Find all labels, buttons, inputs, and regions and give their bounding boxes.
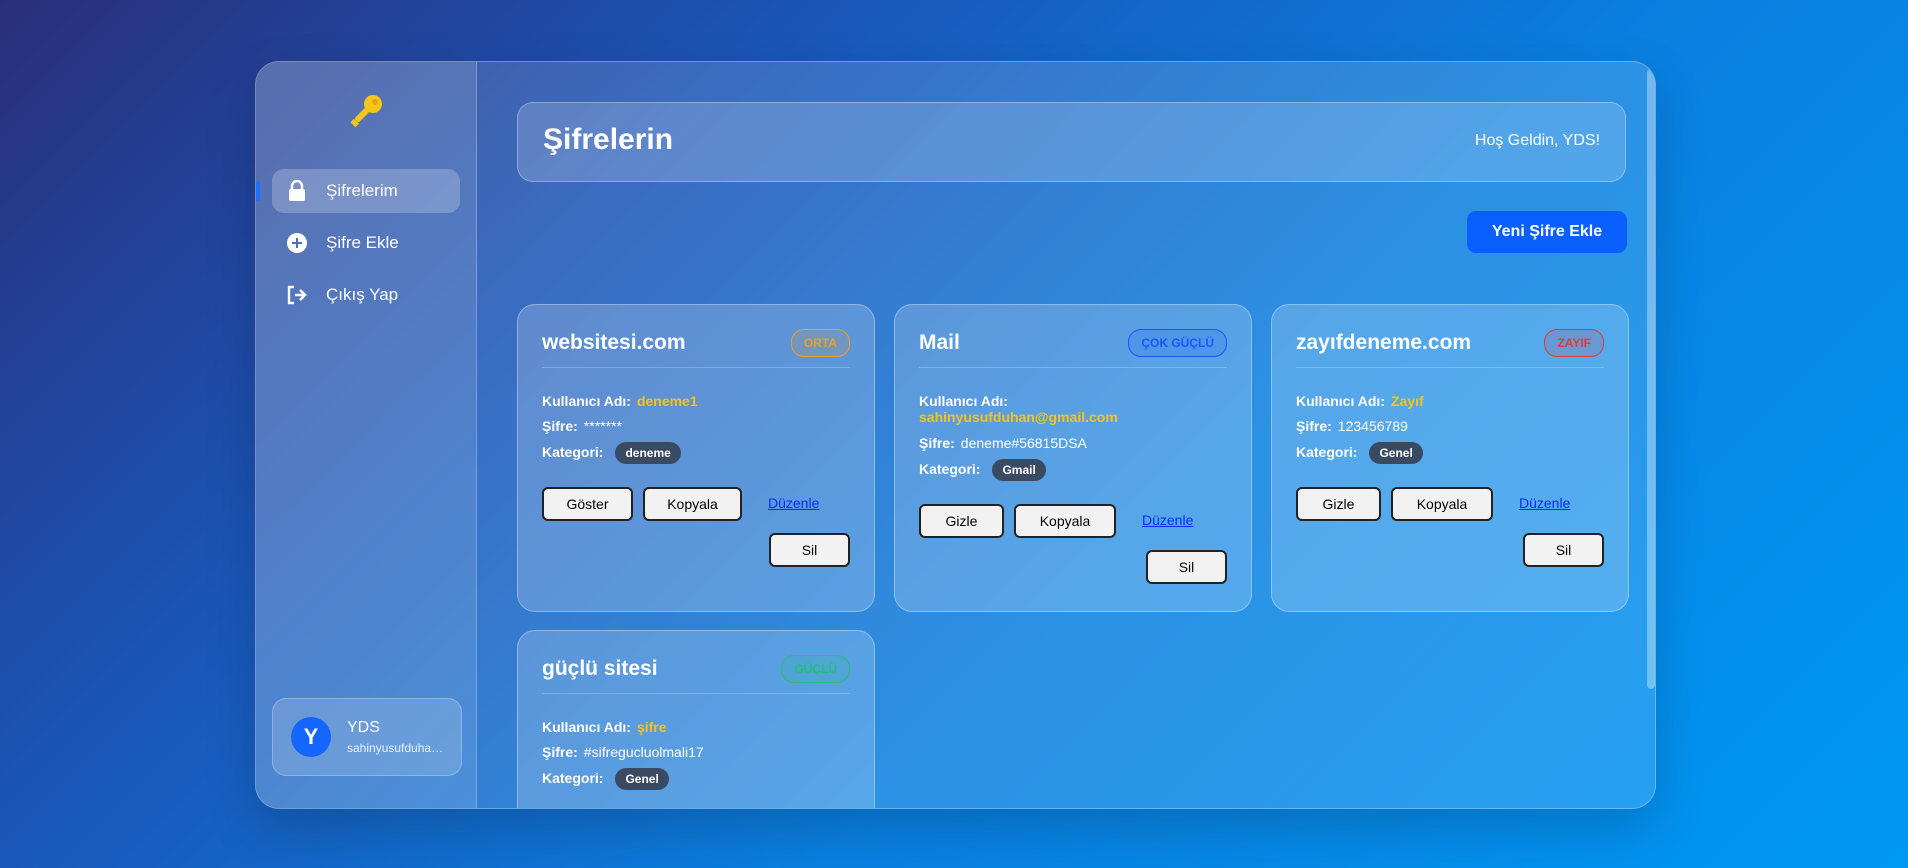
page-title: Şifrelerin: [543, 123, 674, 156]
category-label: Kategori:: [542, 444, 604, 460]
password-value: 123456789: [1337, 418, 1408, 434]
password-row: Şifre: *******: [542, 418, 622, 434]
app-window: Şifrelerim Şifre Ekle Çıkış Yap Y YDS sa…: [255, 61, 1656, 809]
main-content: Şifrelerin Hoş Geldin, YDS! Yeni Şifre E…: [476, 62, 1655, 808]
key-icon: [346, 90, 388, 132]
strength-badge: GÜÇLÜ: [781, 655, 850, 683]
category-row: Kategori: Genel: [1296, 442, 1423, 464]
scrollbar[interactable]: [1647, 69, 1655, 689]
username-label: Kullanıcı Adı:: [542, 393, 631, 409]
username-label: Kullanıcı Adı:: [919, 393, 1008, 409]
category-badge: Genel: [615, 768, 669, 790]
username-label: Kullanıcı Adı:: [542, 719, 631, 735]
logout-icon: [286, 284, 308, 306]
user-name: YDS: [347, 719, 380, 736]
user-profile-card[interactable]: Y YDS sahinyusufduhan@gmail.com: [272, 698, 462, 776]
copy-button[interactable]: Kopyala: [643, 487, 742, 521]
divider: [919, 367, 1227, 368]
category-row: Kategori: Genel: [542, 768, 669, 790]
plus-circle-icon: [286, 232, 308, 254]
category-label: Kategori:: [919, 461, 981, 477]
divider: [542, 367, 850, 368]
password-label: Şifre:: [1296, 418, 1332, 434]
password-row: Şifre: deneme#56815DSA: [919, 435, 1087, 451]
hide-password-button[interactable]: Gizle: [919, 504, 1004, 538]
hide-password-button[interactable]: Gizle: [1296, 487, 1381, 521]
username-value: sahinyusufduhan@gmail.com: [919, 409, 1118, 425]
delete-button[interactable]: Sil: [769, 533, 850, 567]
password-card: güçlü sitesi GÜÇLÜ Kullanıcı Adı: şifre Ş…: [517, 630, 875, 808]
password-label: Şifre:: [542, 744, 578, 760]
edit-link[interactable]: Düzenle: [1142, 512, 1193, 528]
username-label: Kullanıcı Adı:: [1296, 393, 1385, 409]
password-value: #sifregucluolmali17: [583, 744, 704, 760]
category-label: Kategori:: [1296, 444, 1358, 460]
category-label: Kategori:: [542, 770, 604, 786]
site-name: güçlü sitesi: [542, 657, 658, 680]
password-card: zayıfdeneme.com ZAYIF Kullanıcı Adı: Zayı…: [1271, 304, 1629, 612]
username-row: Kullanıcı Adı: sahinyusufduhan@gmail.com: [919, 393, 1219, 425]
user-email: sahinyusufduhan@gmail.com: [347, 741, 447, 755]
username-value: deneme1: [636, 393, 698, 409]
category-badge: deneme: [615, 442, 681, 464]
sidebar-item-label: Şifre Ekle: [326, 233, 399, 252]
active-indicator: [256, 181, 260, 201]
username-value: şifre: [636, 719, 667, 735]
strength-badge: ORTA: [790, 329, 850, 357]
welcome-text: Hoş Geldin, YDS!: [1474, 132, 1600, 149]
username-row: Kullanıcı Adı: Zayıf: [1296, 393, 1424, 409]
category-row: Kategori: Gmail: [919, 459, 1046, 481]
site-name: websitesi.com: [542, 331, 686, 354]
divider: [1296, 367, 1604, 368]
divider: [542, 693, 850, 694]
site-name: Mail: [919, 331, 960, 354]
delete-button[interactable]: Sil: [1523, 533, 1604, 567]
page-header: Şifrelerin Hoş Geldin, YDS!: [517, 102, 1626, 182]
lock-icon: [286, 180, 308, 202]
password-card: websitesi.com ORTA Kullanıcı Adı: deneme1…: [517, 304, 875, 612]
password-value: deneme#56815DSA: [960, 435, 1087, 451]
password-row: Şifre: 123456789: [1296, 418, 1408, 434]
category-badge: Gmail: [992, 459, 1046, 481]
password-value: *******: [583, 418, 622, 434]
category-badge: Genel: [1369, 442, 1423, 464]
sidebar-item-cikis-yap[interactable]: Çıkış Yap: [272, 273, 460, 317]
password-card: Mail ÇOK GÜÇLÜ Kullanıcı Adı: sahinyusufd…: [894, 304, 1252, 612]
strength-badge: ZAYIF: [1544, 329, 1604, 357]
sidebar-item-label: Şifrelerim: [326, 181, 398, 200]
sidebar: Şifrelerim Şifre Ekle Çıkış Yap Y YDS sa…: [256, 62, 477, 808]
username-value: Zayıf: [1390, 393, 1424, 409]
username-row: Kullanıcı Adı: şifre: [542, 719, 667, 735]
password-row: Şifre: #sifregucluolmali17: [542, 744, 704, 760]
site-name: zayıfdeneme.com: [1296, 331, 1472, 354]
copy-button[interactable]: Kopyala: [1391, 487, 1493, 521]
strength-badge: ÇOK GÜÇLÜ: [1128, 329, 1227, 357]
password-label: Şifre:: [919, 435, 955, 451]
category-row: Kategori: deneme: [542, 442, 681, 464]
sidebar-item-label: Çıkış Yap: [326, 285, 399, 304]
password-label: Şifre:: [542, 418, 578, 434]
sidebar-item-sifrelerim[interactable]: Şifrelerim: [272, 169, 460, 213]
avatar: Y: [291, 717, 331, 757]
show-password-button[interactable]: Göster: [542, 487, 633, 521]
sidebar-item-sifre-ekle[interactable]: Şifre Ekle: [272, 221, 460, 265]
delete-button[interactable]: Sil: [1146, 550, 1227, 584]
copy-button[interactable]: Kopyala: [1014, 504, 1116, 538]
add-password-button[interactable]: Yeni Şifre Ekle: [1467, 211, 1627, 253]
edit-link[interactable]: Düzenle: [768, 495, 819, 511]
edit-link[interactable]: Düzenle: [1519, 495, 1570, 511]
username-row: Kullanıcı Adı: deneme1: [542, 393, 698, 409]
